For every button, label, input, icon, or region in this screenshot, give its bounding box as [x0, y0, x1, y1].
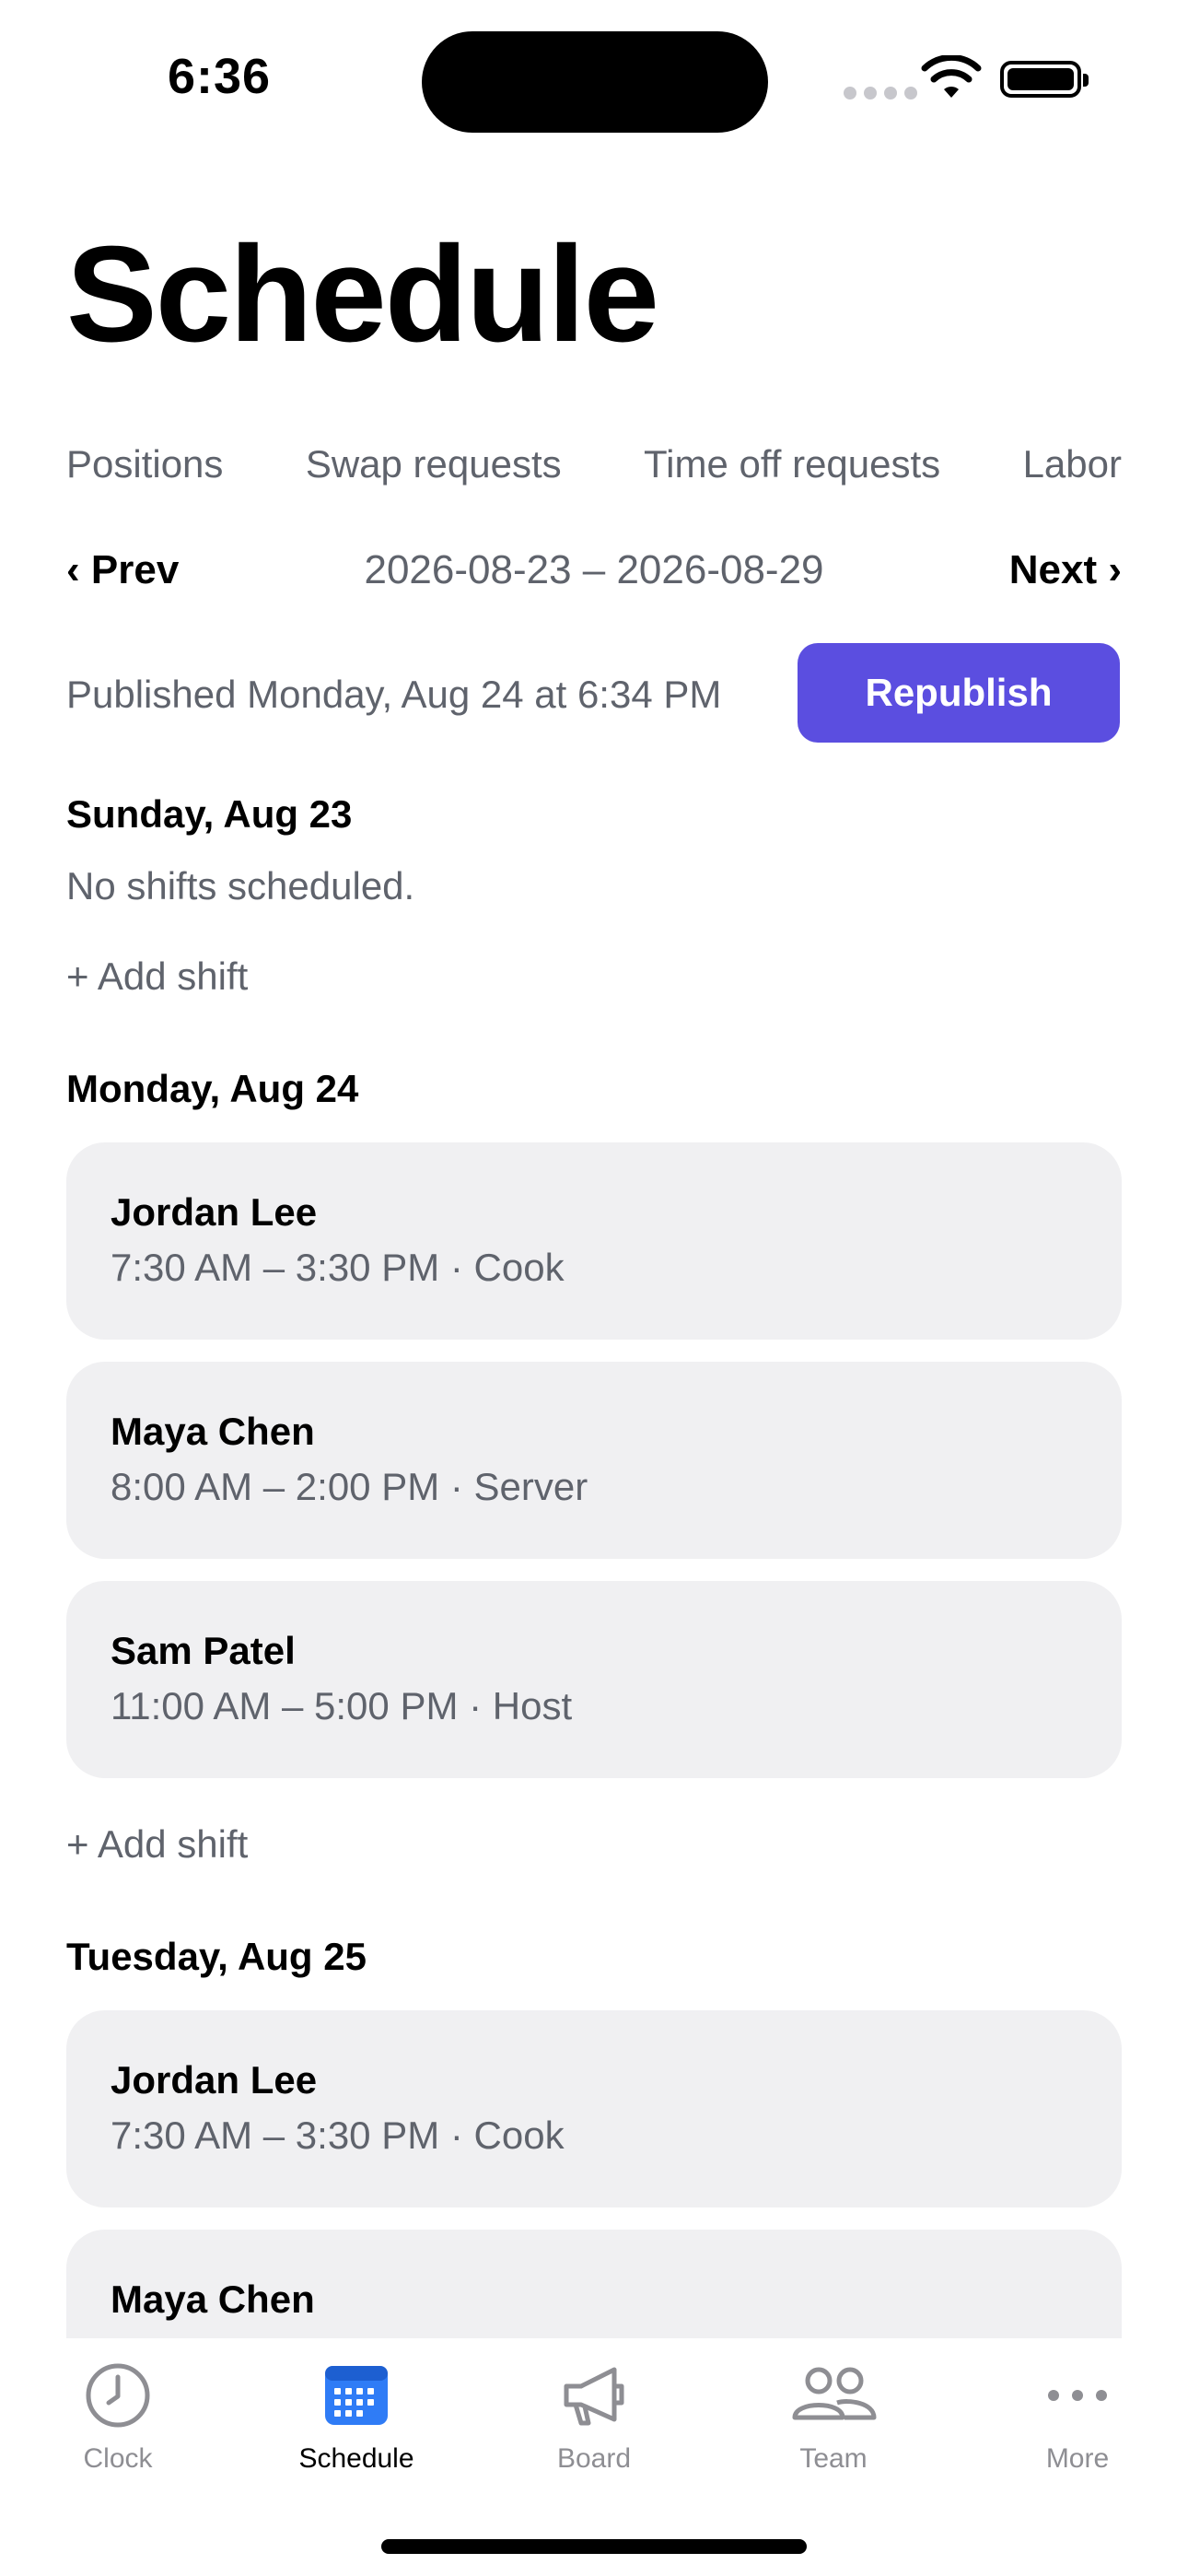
shift-detail: 11:00 AM – 5:00 PM · Host: [111, 1684, 573, 1727]
shift-card[interactable]: Maya Chen 8:00 AM – 2:00 PM · Server: [66, 1362, 1122, 1559]
prev-week-button[interactable]: ‹ Prev: [66, 547, 179, 593]
tab-label: Schedule: [298, 2443, 414, 2474]
tab-clock[interactable]: Clock: [26, 2359, 210, 2497]
megaphone-icon: [564, 2367, 624, 2426]
nav-link-positions[interactable]: Positions: [66, 442, 223, 486]
tab-board[interactable]: Board: [502, 2359, 686, 2497]
shift-card[interactable]: Jordan Lee 7:30 AM – 3:30 PM · Cook: [66, 1142, 1122, 1340]
add-shift-button[interactable]: + Add shift: [66, 1821, 1122, 1868]
shift-employee-name: Maya Chen: [111, 1410, 315, 1453]
cellular-signal-icon: [844, 87, 917, 100]
publish-status: Published Monday, Aug 24 at 6:34 PM: [66, 673, 722, 716]
shift-employee-name: Jordan Lee: [111, 1190, 318, 1234]
tab-team[interactable]: Team: [741, 2359, 926, 2497]
page-title: Schedule: [66, 218, 659, 370]
republish-button[interactable]: Republish: [798, 643, 1120, 743]
schedule-list[interactable]: Sunday, Aug 23 No shifts scheduled. + Ad…: [66, 790, 1122, 2338]
next-week-button[interactable]: Next ›: [1009, 547, 1122, 593]
shift-employee-name: Maya Chen: [111, 2277, 315, 2321]
day-section-sunday: Sunday, Aug 23 No shifts scheduled. + Ad…: [66, 790, 1122, 1001]
day-section-monday: Monday, Aug 24 Jordan Lee 7:30 AM – 3:30…: [66, 1065, 1122, 1868]
people-icon: [792, 2367, 877, 2420]
status-bar: 6:36: [0, 0, 1188, 157]
nav-link-swap-requests[interactable]: Swap requests: [306, 442, 562, 486]
tab-label: Team: [799, 2443, 868, 2474]
calendar-icon: [325, 2366, 388, 2425]
battery-icon: [1000, 61, 1089, 98]
day-heading: Monday, Aug 24: [66, 1067, 359, 1110]
tab-label: Clock: [83, 2443, 153, 2474]
shift-employee-name: Sam Patel: [111, 1629, 296, 1672]
wifi-icon: [921, 55, 982, 98]
nav-link-labor[interactable]: Labor: [1023, 442, 1122, 486]
nav-link-time-off-requests[interactable]: Time off requests: [644, 442, 940, 486]
ellipsis-icon: [1048, 2390, 1107, 2401]
status-time: 6:36: [168, 49, 272, 104]
shift-card[interactable]: Sam Patel 11:00 AM – 5:00 PM · Host: [66, 1581, 1122, 1778]
tab-schedule[interactable]: Schedule: [264, 2359, 448, 2497]
shift-detail: 7:30 AM – 3:30 PM · Cook: [111, 1246, 565, 1289]
day-heading: Tuesday, Aug 25: [66, 1935, 367, 1978]
shift-card[interactable]: Jordan Lee 7:30 AM – 3:30 PM · Cook: [66, 2010, 1122, 2207]
tab-more[interactable]: More: [985, 2359, 1170, 2497]
shift-card[interactable]: Maya Chen: [66, 2230, 1122, 2338]
add-shift-button[interactable]: + Add shift: [66, 953, 1122, 1001]
shift-employee-name: Jordan Lee: [111, 2058, 318, 2102]
tab-label: More: [1045, 2443, 1110, 2474]
schedule-sub-nav: Positions Swap requests Time off request…: [66, 437, 1122, 492]
shift-detail: 7:30 AM – 3:30 PM · Cook: [111, 2113, 565, 2157]
shift-detail: 8:00 AM – 2:00 PM · Server: [111, 1465, 588, 1508]
day-section-tuesday: Tuesday, Aug 25 Jordan Lee 7:30 AM – 3:3…: [66, 1933, 1122, 2338]
home-indicator[interactable]: [381, 2539, 807, 2554]
tab-label: Board: [556, 2443, 632, 2474]
no-shifts-message: No shifts scheduled.: [66, 864, 415, 907]
clock-icon: [86, 2363, 150, 2428]
week-range: 2026-08-23 – 2026-08-29: [364, 547, 824, 592]
dynamic-island: [422, 31, 768, 133]
day-heading: Sunday, Aug 23: [66, 792, 353, 836]
week-pager: 2026-08-23 – 2026-08-29 ‹ Prev Next ›: [66, 547, 1122, 603]
